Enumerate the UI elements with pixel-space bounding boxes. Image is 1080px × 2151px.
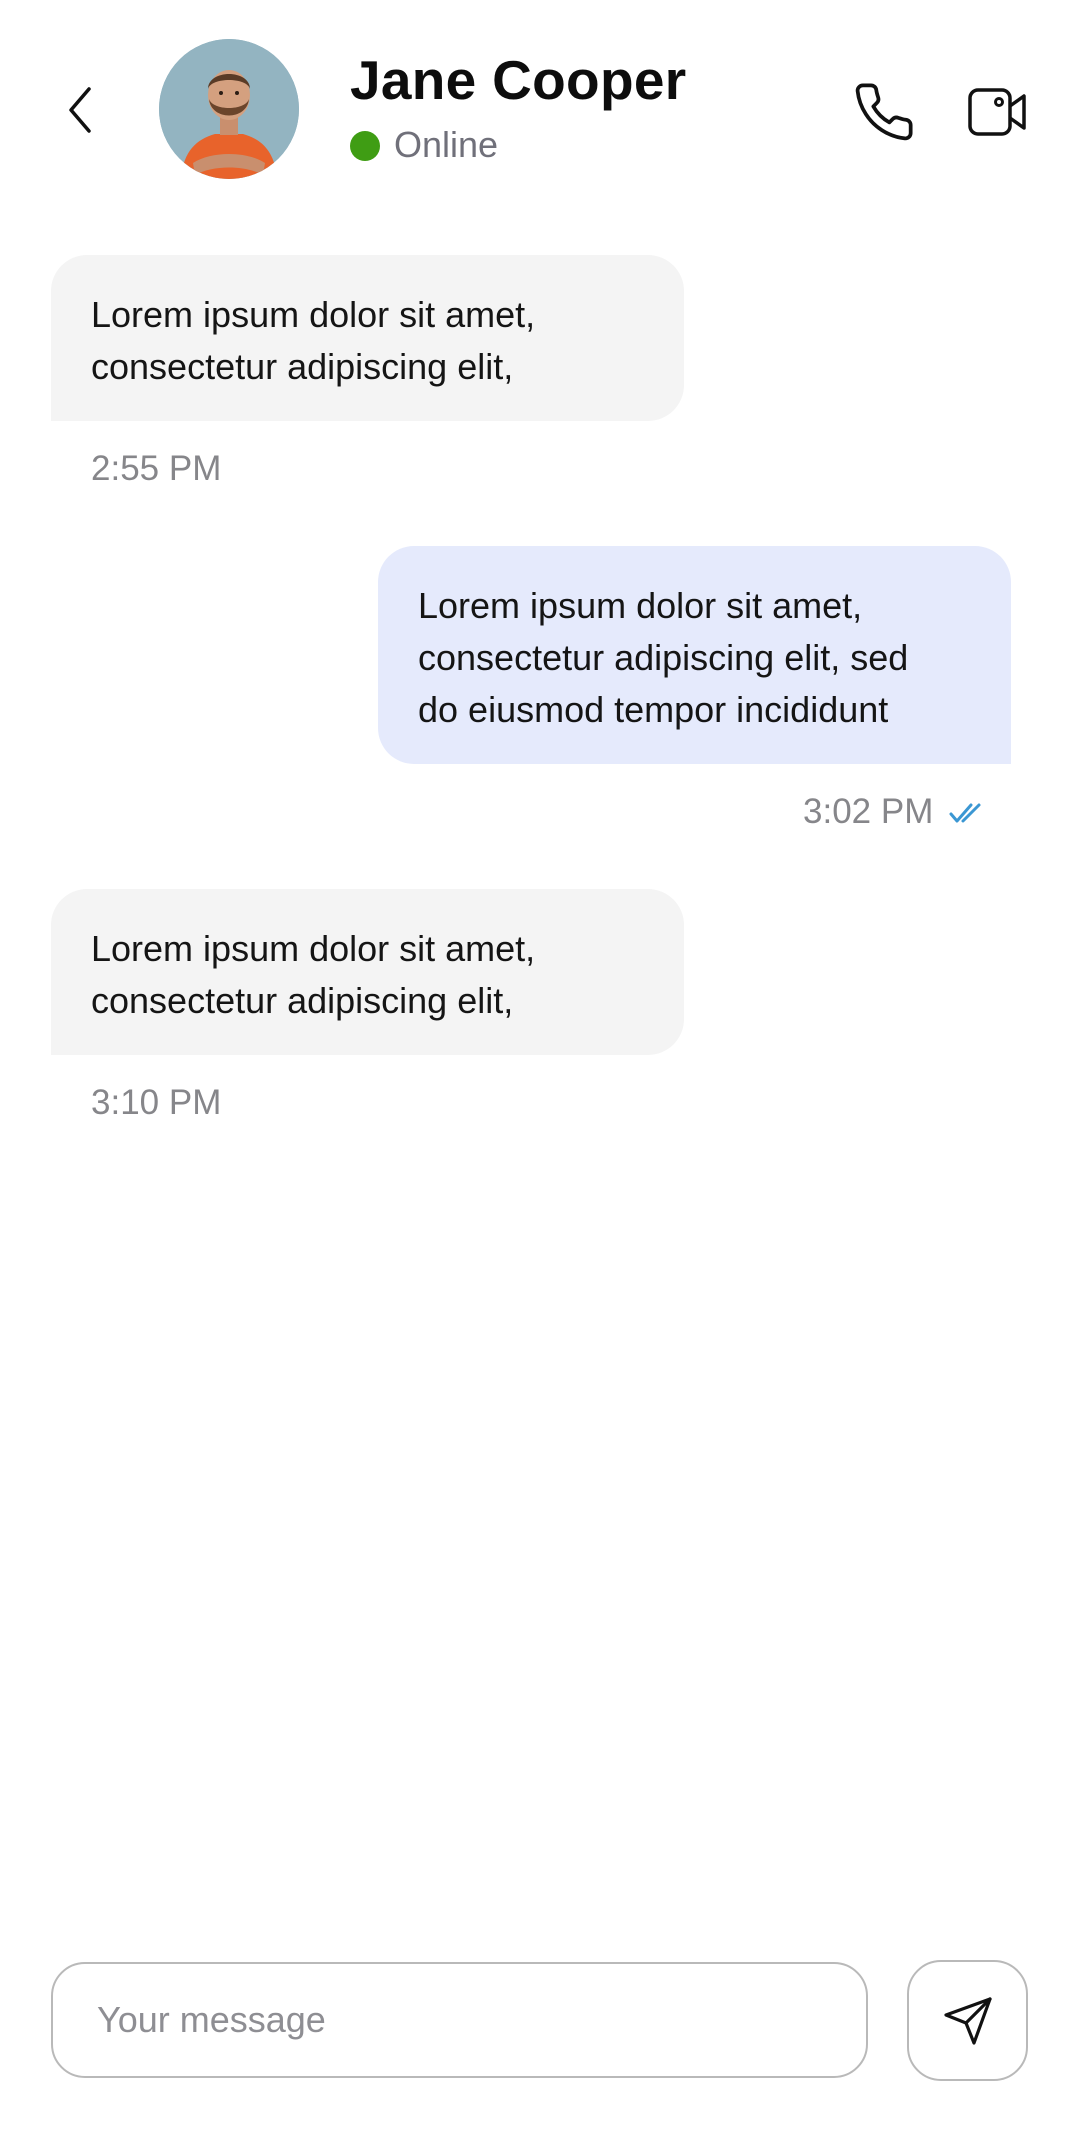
incoming-message-bubble[interactable]: Lorem ipsum dolor sit amet, consectetur … (51, 889, 684, 1055)
message-text-line: Lorem ipsum dolor sit amet, (91, 928, 536, 969)
phone-icon (855, 83, 913, 141)
send-button[interactable] (907, 1960, 1028, 2081)
video-call-button[interactable] (966, 80, 1030, 144)
status-text: Online (394, 124, 499, 165)
call-button[interactable] (852, 80, 916, 144)
message-timestamp: 2:55 PM (91, 449, 222, 488)
message-timestamp: 3:10 PM (91, 1083, 222, 1122)
send-icon (943, 1996, 992, 2045)
contact-photo (159, 39, 299, 179)
outgoing-message-bubble[interactable]: Lorem ipsum dolor sit amet, consectetur … (378, 546, 1011, 764)
message-text-line: consectetur adipiscing elit, (91, 346, 514, 387)
chat-screen: Jane Cooper Online Lorem ipsum dolor sit… (0, 0, 1080, 2151)
message-text-line: Lorem ipsum dolor sit amet, (91, 294, 536, 335)
back-button[interactable] (50, 80, 110, 140)
double-check-icon (949, 803, 981, 823)
incoming-message-bubble[interactable]: Lorem ipsum dolor sit amet, consectetur … (51, 255, 684, 421)
avatar[interactable] (159, 39, 299, 179)
online-status-dot (350, 131, 380, 161)
message-input[interactable] (51, 1962, 868, 2078)
video-camera-icon (968, 88, 1026, 136)
message-text-line: consectetur adipiscing elit, sed (418, 637, 909, 678)
message-text-line: consectetur adipiscing elit, (91, 980, 514, 1021)
contact-name: Jane Cooper (350, 49, 687, 111)
message-text-line: do eiusmod tempor incididunt (418, 689, 889, 730)
message-timestamp: 3:02 PM (803, 792, 934, 831)
chevron-left-icon (69, 87, 91, 133)
message-text-line: Lorem ipsum dolor sit amet, (418, 585, 863, 626)
